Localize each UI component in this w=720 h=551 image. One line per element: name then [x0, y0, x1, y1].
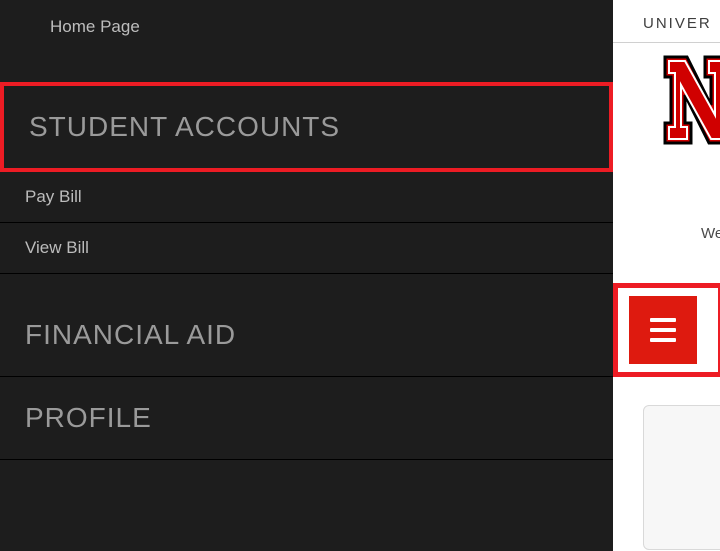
n-logo-icon — [663, 55, 720, 145]
nav-section-student-accounts-label: Student Accounts — [29, 111, 340, 142]
spacer — [0, 52, 613, 82]
hamburger-icon — [650, 328, 676, 332]
university-label: UNIVER — [643, 15, 712, 32]
main-content: UNIVER We — [613, 0, 720, 551]
nav-section-profile-label: Profile — [25, 402, 152, 433]
hamburger-highlight-box — [613, 283, 720, 377]
menu-toggle-button[interactable] — [629, 296, 697, 364]
hamburger-icon — [650, 338, 676, 342]
sidebar-menu: Home Page Student Accounts Pay Bill View… — [0, 0, 613, 551]
nav-view-bill[interactable]: View Bill — [0, 223, 613, 274]
content-card — [643, 405, 720, 550]
nav-section-profile[interactable]: Profile — [0, 377, 613, 460]
welcome-text: We — [701, 225, 720, 242]
nav-section-financial-aid[interactable]: Financial Aid — [0, 294, 613, 377]
nav-home-label: Home Page — [50, 17, 140, 36]
university-header-text: UNIVER — [643, 15, 712, 32]
hamburger-icon — [650, 318, 676, 322]
nav-section-student-accounts[interactable]: Student Accounts — [0, 82, 613, 172]
nav-view-bill-label: View Bill — [25, 238, 89, 257]
nav-section-financial-aid-label: Financial Aid — [25, 319, 236, 350]
welcome-fragment: We — [701, 225, 720, 242]
nav-pay-bill[interactable]: Pay Bill — [0, 172, 613, 223]
nav-pay-bill-label: Pay Bill — [25, 187, 82, 206]
header-divider — [613, 42, 720, 43]
nebraska-logo — [663, 55, 720, 150]
nav-home-page[interactable]: Home Page — [0, 0, 613, 52]
